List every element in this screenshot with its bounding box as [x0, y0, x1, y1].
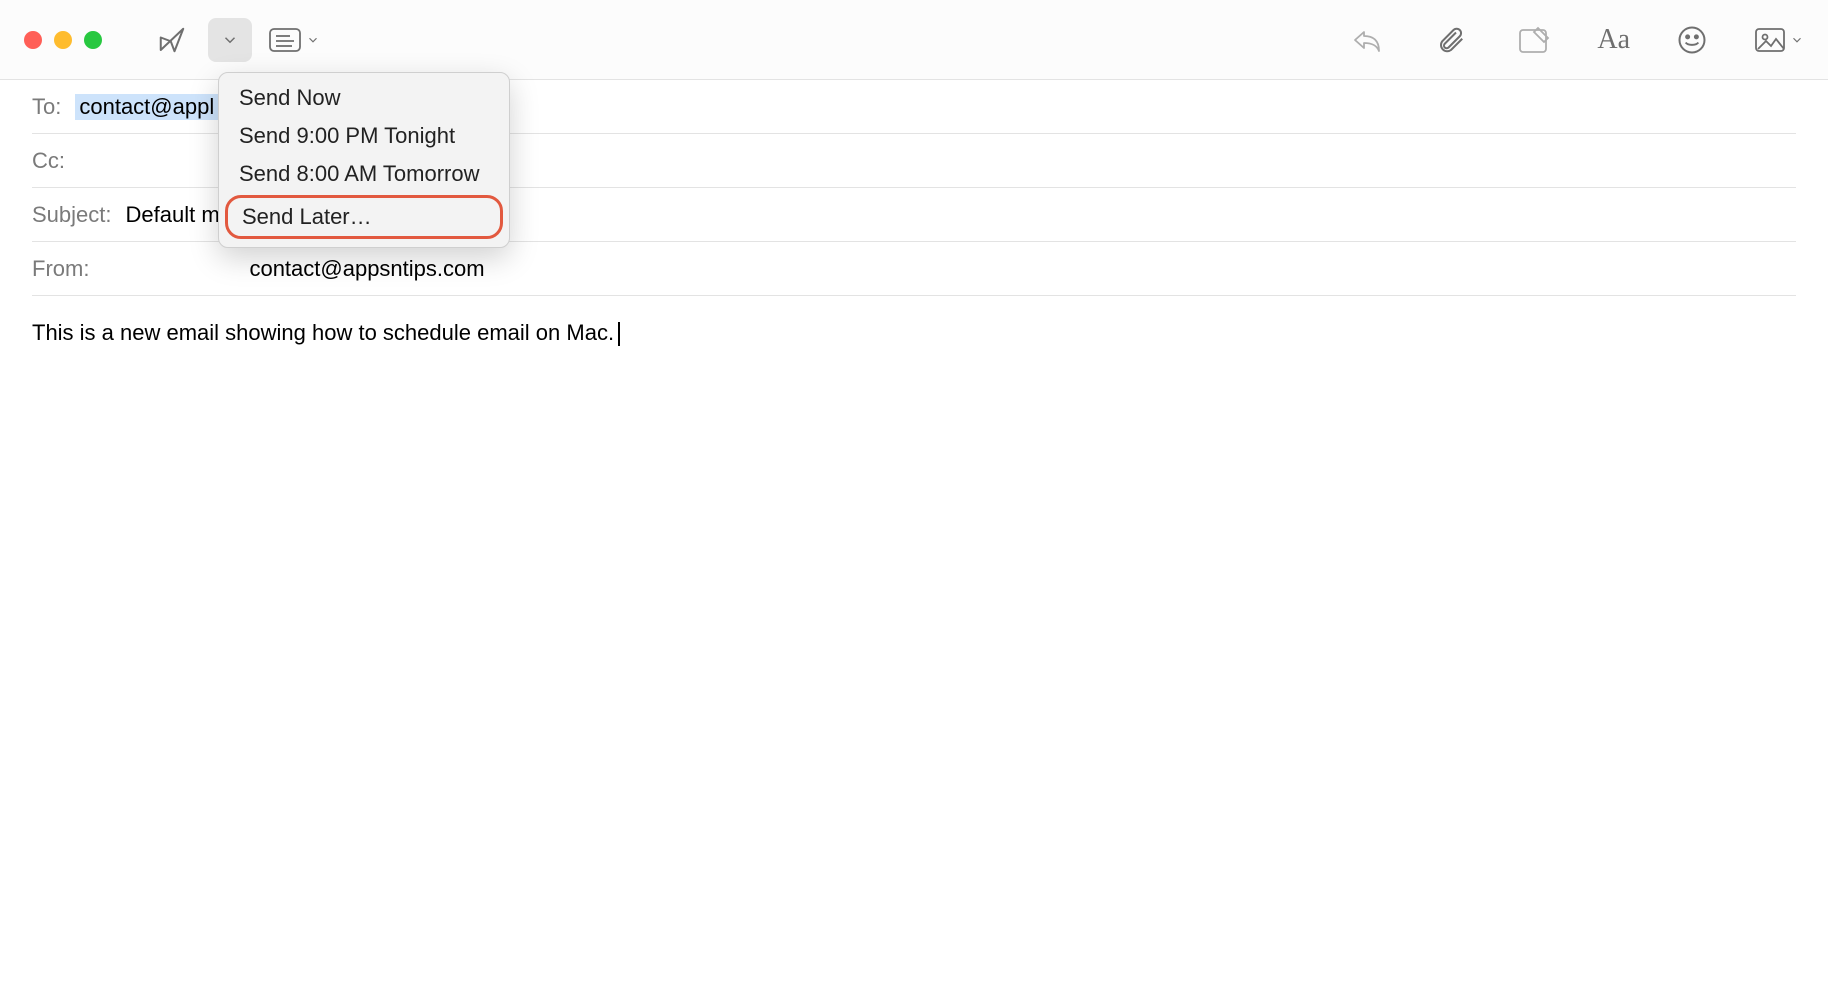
send-button[interactable] — [150, 18, 194, 62]
text-cursor — [618, 322, 620, 346]
toolbar: Aa — [0, 0, 1828, 80]
from-field-row[interactable]: From: contact@appsntips.com — [32, 242, 1796, 296]
format-icon: Aa — [1597, 24, 1630, 56]
body-text: This is a new email showing how to sched… — [32, 320, 614, 345]
minimize-window-button[interactable] — [54, 31, 72, 49]
chevron-down-icon — [306, 33, 320, 47]
paperclip-icon — [1436, 24, 1466, 56]
menu-item-send-tonight[interactable]: Send 9:00 PM Tonight — [219, 117, 509, 155]
menu-item-send-now[interactable]: Send Now — [219, 79, 509, 117]
send-options-menu: Send Now Send 9:00 PM Tonight Send 8:00 … — [218, 72, 510, 248]
close-window-button[interactable] — [24, 31, 42, 49]
emoji-icon — [1677, 25, 1707, 55]
to-recipient-token[interactable]: contact@appl — [75, 94, 218, 120]
header-fields-icon — [268, 27, 302, 53]
from-label: From: — [32, 256, 89, 282]
send-icon — [157, 25, 187, 55]
window-controls — [24, 31, 102, 49]
chevron-down-icon — [221, 31, 239, 49]
from-address: contact@appsntips.com — [249, 256, 484, 282]
menu-item-send-tomorrow[interactable]: Send 8:00 AM Tomorrow — [219, 155, 509, 193]
subject-value: Default m — [126, 202, 220, 228]
chevron-down-icon — [1790, 33, 1804, 47]
toolbar-right-group: Aa — [1345, 0, 1804, 80]
zoom-window-button[interactable] — [84, 31, 102, 49]
menu-item-send-later[interactable]: Send Later… — [225, 195, 503, 239]
from-name-redacted — [103, 254, 243, 284]
markup-icon — [1518, 26, 1552, 54]
subject-label: Subject: — [32, 202, 112, 228]
photo-icon — [1754, 27, 1786, 53]
header-fields-button[interactable] — [266, 18, 322, 62]
to-label: To: — [32, 94, 61, 120]
reply-icon — [1351, 26, 1383, 54]
reply-button[interactable] — [1345, 18, 1389, 62]
emoji-button[interactable] — [1670, 18, 1714, 62]
send-options-dropdown-button[interactable] — [208, 18, 252, 62]
markup-button[interactable] — [1513, 18, 1557, 62]
attach-button[interactable] — [1429, 18, 1473, 62]
toolbar-left-group — [150, 18, 322, 62]
cc-label: Cc: — [32, 148, 65, 174]
message-body[interactable]: This is a new email showing how to sched… — [0, 296, 1828, 371]
photo-browser-button[interactable] — [1754, 18, 1804, 62]
compose-window: Aa — [0, 0, 1828, 996]
format-button[interactable]: Aa — [1597, 18, 1630, 62]
